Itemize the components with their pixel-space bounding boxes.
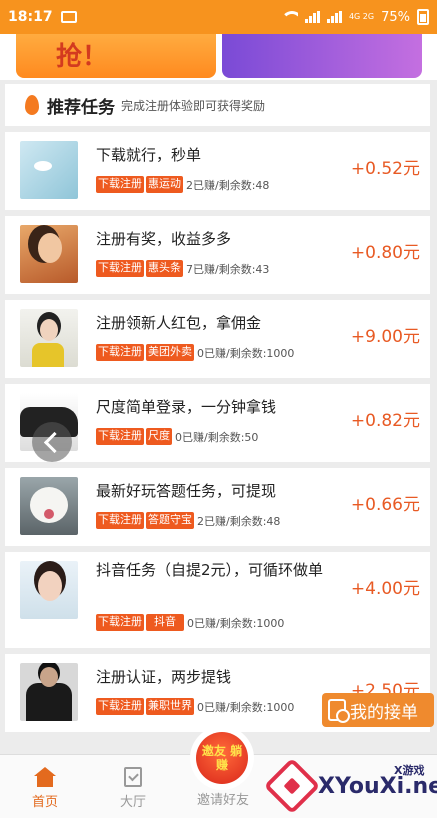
task-tag: 下载注册 [96,344,144,361]
task-stats: 0已赚/剩余数:1000 [197,346,295,360]
task-thumbnail [20,561,78,619]
task-name: 抖音任务（自提2元），可循环做单 [96,561,324,579]
task-reward: +4.00元 [350,579,420,599]
task-meta: 下载注册 惠头条 7已赚/剩余数:43 [96,260,269,277]
nav-invite-label: 邀请好友 [196,793,249,808]
nav-hall-label: 大厅 [119,795,146,810]
task-item[interactable]: 注册领新人红包，拿佣金 下载注册 美团外卖 0已赚/剩余数:1000 +9.00… [5,300,430,378]
clipboard-icon [328,699,350,723]
task-tag: 惠头条 [146,260,183,277]
invite-friends-badge[interactable]: 邀友 躺赚 [190,726,254,790]
home-icon [34,767,56,787]
task-item[interactable]: 抖音任务（自提2元），可循环做单 下载注册 抖音 0已赚/剩余数:1000 +4… [5,552,430,648]
task-meta: 下载注册 尺度 0已赚/剩余数:50 [96,428,258,445]
my-orders-button[interactable]: 我的接单 [322,693,434,727]
task-reward: +9.00元 [350,327,420,347]
task-item[interactable]: 最新好玩答题任务，可提现 下载注册 答题守宝 2已赚/剩余数:48 +0.66元 [5,468,430,546]
task-stats: 0已赚/剩余数:1000 [187,616,285,630]
task-name: 注册领新人红包，拿佣金 [96,314,262,332]
wifi-icon [280,11,298,23]
task-thumbnail [20,141,78,199]
task-tag: 美团外卖 [146,344,194,361]
clipboard-check-icon [124,767,142,787]
signal-icon-2 [326,11,342,23]
back-arrow-button[interactable] [32,422,72,462]
network-type: 4G 2G [348,12,375,21]
task-tag: 下载注册 [96,698,144,715]
task-name: 注册有奖，收益多多 [96,230,232,248]
task-reward: +0.52元 [350,159,420,179]
task-name: 下载就行，秒单 [96,146,202,164]
banner-card-right[interactable] [222,34,422,78]
task-tag: 尺度 [146,428,172,445]
task-tag: 下载注册 [96,260,144,277]
task-tag: 兼职世界 [146,698,194,715]
task-thumbnail [20,309,78,367]
task-tag: 下载注册 [96,428,144,445]
section-title: 推荐任务 [47,97,115,118]
battery-percent: 75% [381,9,410,25]
flame-icon [25,95,39,115]
task-name: 最新好玩答题任务，可提现 [96,482,277,500]
status-time: 18:17 [8,9,53,25]
status-bar: 18:17 4G 2G 75% [0,0,437,34]
task-reward: +0.80元 [350,243,420,263]
task-tag: 惠运动 [146,176,183,193]
task-thumbnail [20,477,78,535]
task-item[interactable]: 下载就行，秒单 下载注册 惠运动 2已赚/剩余数:48 +0.52元 [5,132,430,210]
watermark-site-text: XYouXi.net [318,774,437,799]
task-stats: 0已赚/剩余数:1000 [197,700,295,714]
task-stats: 2已赚/剩余数:48 [186,178,270,192]
task-stats: 0已赚/剩余数:50 [175,430,259,444]
task-name: 注册认证，两步提钱 [96,668,232,686]
task-meta: 下载注册 答题守宝 2已赚/剩余数:48 [96,512,280,529]
task-meta: 下载注册 兼职世界 0已赚/剩余数:1000 [96,698,294,715]
banner-left-text: 抢！ [56,42,109,72]
task-reward: +0.66元 [350,495,420,515]
task-tag: 下载注册 [96,176,144,193]
status-right: 4G 2G 75% [280,9,429,25]
section-subtitle: 完成注册体验即可获得奖励 [121,98,266,113]
task-name: 尺度简单登录，一分钟拿钱 [96,398,277,416]
task-tag: 抖音 [146,614,184,631]
site-watermark: X游戏 XYouXi.net [263,752,437,818]
xyouxi-logo-icon [263,757,321,815]
task-stats: 7已赚/剩余数:43 [186,262,270,276]
my-orders-label: 我的接单 [350,702,418,723]
task-tag: 下载注册 [96,512,144,529]
task-meta: 下载注册 抖音 0已赚/剩余数:1000 [96,614,284,631]
task-thumbnail [20,225,78,283]
task-stats: 2已赚/剩余数:48 [197,514,281,528]
signal-icon [304,11,320,23]
promo-banner[interactable]: 抢！ [0,34,437,80]
task-list: 推荐任务 完成注册体验即可获得奖励 下载就行，秒单 下载注册 惠运动 2已赚/剩… [5,84,430,732]
message-notification-icon [60,11,77,23]
task-meta: 下载注册 惠运动 2已赚/剩余数:48 [96,176,269,193]
task-thumbnail [20,663,78,721]
invite-badge-text: 邀友 躺赚 [196,732,248,784]
task-tag: 下载注册 [96,614,144,631]
task-meta: 下载注册 美团外卖 0已赚/剩余数:1000 [96,344,294,361]
section-header: 推荐任务 完成注册体验即可获得奖励 [5,84,430,126]
battery-icon [417,9,429,25]
nav-hall[interactable]: 大厅 [103,767,163,810]
nav-home[interactable]: 首页 [15,767,75,810]
banner-card-left[interactable]: 抢！ [16,34,216,78]
task-tag: 答题守宝 [146,512,194,529]
task-reward: +0.82元 [350,411,420,431]
nav-home-label: 首页 [31,795,58,810]
task-item[interactable]: 注册有奖，收益多多 下载注册 惠头条 7已赚/剩余数:43 +0.80元 [5,216,430,294]
